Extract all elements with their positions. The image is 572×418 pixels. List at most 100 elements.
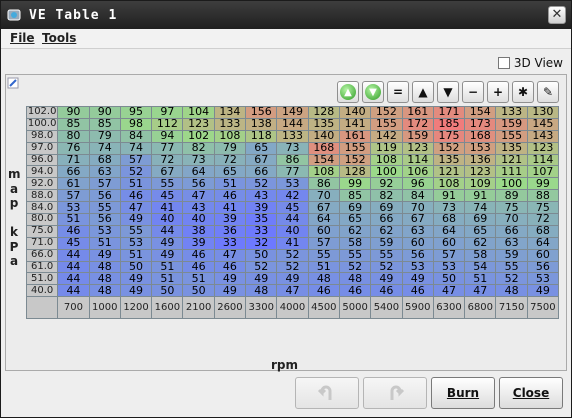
ve-cell[interactable]: 84 bbox=[401, 189, 434, 203]
ve-cell[interactable]: 56 bbox=[88, 189, 121, 203]
ve-cell[interactable]: 92 bbox=[370, 177, 403, 191]
ve-cell[interactable]: 99 bbox=[338, 177, 372, 191]
y-axis-label: mapkPa bbox=[8, 167, 21, 269]
ve-cell[interactable]: 82 bbox=[370, 189, 403, 203]
grid-corner bbox=[25, 296, 59, 320]
burn-button[interactable]: Burn bbox=[431, 377, 495, 409]
window-title: VE Table 1 bbox=[29, 8, 118, 23]
column-header-rpm: 3300 bbox=[245, 296, 278, 320]
ve-cell[interactable]: 53 bbox=[276, 177, 309, 191]
ve-cell[interactable]: 48 bbox=[88, 284, 121, 298]
ve-cell[interactable]: 86 bbox=[307, 177, 340, 191]
close-icon[interactable]: ✕ bbox=[548, 6, 566, 24]
column-header-rpm: 1200 bbox=[119, 296, 153, 320]
column-header-rpm: 5900 bbox=[401, 296, 434, 320]
ve-cell[interactable]: 108 bbox=[432, 177, 466, 191]
ve-cell[interactable]: 57 bbox=[57, 189, 90, 203]
ve-cell[interactable]: 96 bbox=[401, 177, 434, 191]
column-header-row: 700 1000 1200 1600 2100 2600 3300 4000 4500 5000 5… bbox=[25, 296, 560, 320]
close-button[interactable]: Close bbox=[499, 377, 563, 409]
y-axis-letter: a bbox=[9, 254, 19, 268]
view3d-checkbox[interactable] bbox=[497, 57, 510, 69]
ve-cell[interactable]: 49 bbox=[213, 284, 247, 298]
interpolate-button[interactable]: ✎ bbox=[537, 81, 559, 103]
ve-cell[interactable]: 48 bbox=[245, 284, 278, 298]
ve-cell[interactable]: 91 bbox=[432, 189, 466, 203]
ve-cell[interactable]: 45 bbox=[151, 189, 184, 203]
ve-cell[interactable]: 109 bbox=[464, 177, 497, 191]
row-header-map: 102.0 bbox=[25, 106, 59, 119]
menu-file-label: File bbox=[10, 31, 35, 45]
ve-cell[interactable]: 51 bbox=[213, 177, 247, 191]
ve-cell[interactable]: 56 bbox=[182, 177, 215, 191]
ve-cell[interactable]: 47 bbox=[276, 284, 309, 298]
ve-cell[interactable]: 46 bbox=[401, 284, 434, 298]
ve-cell[interactable]: 99 bbox=[526, 177, 560, 191]
ve-cell[interactable]: 91 bbox=[464, 189, 497, 203]
row-header-map: 66.0 bbox=[25, 248, 59, 262]
ve-cell[interactable]: 47 bbox=[182, 189, 215, 203]
table-toolbar: ▲ ▼ = ▲ ▼ − + ✱ ✎ bbox=[337, 81, 559, 103]
ve-cell[interactable]: 50 bbox=[151, 284, 184, 298]
ve-cell[interactable]: 46 bbox=[370, 284, 403, 298]
table-row: 88.0 57 56 46 45 47 46 43 42 70 85 82 84 91 91 89 88 bbox=[25, 189, 560, 203]
increase-button[interactable]: ▲ bbox=[412, 81, 434, 103]
increment-green-icon: ▲ bbox=[340, 84, 356, 100]
ve-cell[interactable]: 70 bbox=[307, 189, 340, 203]
ve-cell[interactable]: 100 bbox=[495, 177, 528, 191]
ve-cell[interactable]: 52 bbox=[245, 177, 278, 191]
ve-cell[interactable]: 61 bbox=[57, 177, 90, 191]
decrease-button[interactable]: ▼ bbox=[437, 81, 459, 103]
redo-icon bbox=[390, 385, 405, 400]
set-equal-button[interactable]: = bbox=[387, 81, 409, 103]
menu-file[interactable]: File bbox=[10, 31, 35, 45]
view3d-toggle[interactable]: 3D View bbox=[497, 56, 563, 70]
redo-button[interactable] bbox=[363, 377, 427, 409]
row-header-map: 96.0 bbox=[25, 153, 59, 167]
ve-cell[interactable]: 57 bbox=[88, 177, 121, 191]
title-bar[interactable]: VE Table 1 ✕ bbox=[1, 1, 571, 29]
ve-cell[interactable]: 46 bbox=[213, 189, 247, 203]
menu-tools-label: Tools bbox=[42, 31, 77, 45]
column-header-rpm: 5000 bbox=[338, 296, 372, 320]
column-header-rpm: 5400 bbox=[370, 296, 403, 320]
row-header-map: 98.0 bbox=[25, 129, 59, 143]
ve-cell[interactable]: 47 bbox=[432, 284, 466, 298]
row-header-map: 61.0 bbox=[25, 260, 59, 274]
ve-cell[interactable]: 46 bbox=[119, 189, 153, 203]
ve-cell[interactable]: 47 bbox=[464, 284, 497, 298]
ve-cell[interactable]: 50 bbox=[182, 284, 215, 298]
row-header-map: 84.0 bbox=[25, 201, 59, 215]
y-axis-letter bbox=[8, 211, 20, 226]
ve-cell[interactable]: 42 bbox=[276, 189, 309, 203]
row-header-map: 92.0 bbox=[25, 177, 59, 191]
decrement-green-icon: ▼ bbox=[365, 84, 381, 100]
ve-cell[interactable]: 43 bbox=[245, 189, 278, 203]
undo-button[interactable] bbox=[295, 377, 359, 409]
ve-cell[interactable]: 48 bbox=[495, 284, 528, 298]
ve-cell[interactable]: 88 bbox=[526, 189, 560, 203]
menu-tools[interactable]: Tools bbox=[42, 31, 76, 45]
ve-cell[interactable]: 49 bbox=[526, 284, 560, 298]
ve-cell[interactable]: 46 bbox=[307, 284, 340, 298]
ve-cell[interactable]: 55 bbox=[151, 177, 184, 191]
ve-grid: 102.0 90 90 95 97 104 134 156 149 128 140 152 161 171… bbox=[25, 106, 560, 320]
column-header-rpm: 700 bbox=[57, 296, 90, 320]
multiply-button[interactable]: ✱ bbox=[512, 81, 534, 103]
x-axis-label: rpm bbox=[271, 358, 299, 372]
undo-icon bbox=[317, 385, 332, 400]
decrement-green-button[interactable]: ▼ bbox=[362, 81, 384, 103]
row-header-map: 94.0 bbox=[25, 165, 59, 179]
y-axis-letter: a bbox=[9, 181, 19, 196]
ve-cell[interactable]: 51 bbox=[119, 177, 153, 191]
subtract-button[interactable]: − bbox=[462, 81, 484, 103]
increment-green-button[interactable]: ▲ bbox=[337, 81, 359, 103]
ve-cell[interactable]: 85 bbox=[338, 189, 372, 203]
row-header-map: 97.0 bbox=[25, 141, 59, 155]
add-button[interactable]: + bbox=[487, 81, 509, 103]
y-axis-letter: m bbox=[8, 167, 21, 181]
ve-cell[interactable]: 49 bbox=[119, 284, 153, 298]
ve-cell[interactable]: 89 bbox=[495, 189, 528, 203]
ve-cell[interactable]: 46 bbox=[338, 284, 372, 298]
ve-cell[interactable]: 44 bbox=[57, 284, 90, 298]
